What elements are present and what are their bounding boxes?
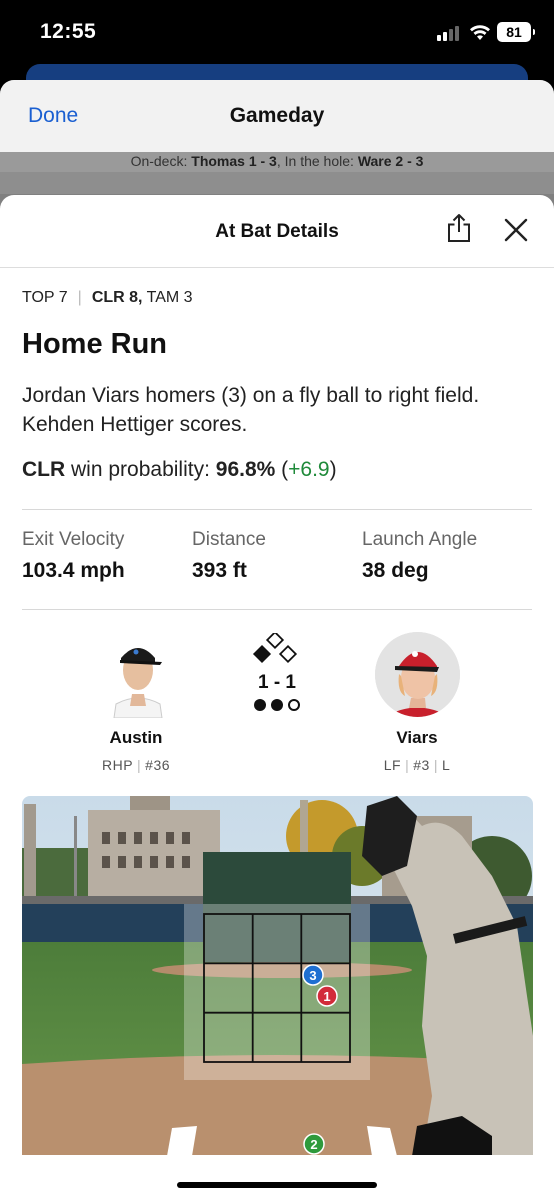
cellular-signal-icon bbox=[437, 25, 463, 41]
stat-label: Launch Angle bbox=[362, 529, 478, 550]
wp-team: CLR bbox=[22, 458, 66, 481]
stat-value: 103.4 mph bbox=[22, 559, 125, 582]
ball-strike-count: 1 - 1 bbox=[257, 672, 297, 693]
batter-bats: L bbox=[441, 757, 451, 773]
pitch-marker[interactable]: 2 bbox=[303, 1133, 325, 1155]
status-time: 12:55 bbox=[40, 20, 97, 43]
on-deck-value: Thomas 1 - 3 bbox=[191, 153, 277, 169]
in-hole-value: Ware 2 - 3 bbox=[357, 153, 424, 169]
status-bar: 12:55 81 bbox=[0, 0, 554, 64]
pitch-marker[interactable]: 3 bbox=[302, 964, 324, 986]
card-header: At Bat Details bbox=[0, 195, 554, 268]
on-deck-bar: On-deck: Thomas 1 - 3, In the hole: Ware… bbox=[0, 152, 554, 194]
pitcher-meta: RHP | #36 bbox=[101, 757, 171, 773]
strike-zone-view[interactable]: 3 1 2 bbox=[22, 796, 533, 1156]
stat-value: 393 ft bbox=[192, 559, 247, 582]
leading-team-score: CLR 8, bbox=[91, 289, 143, 306]
share-icon[interactable] bbox=[446, 213, 472, 243]
batter-number: #3 bbox=[413, 757, 430, 773]
batter-name[interactable]: Viars bbox=[357, 728, 477, 748]
stat-exit-velocity: Exit Velocity 103.4 mph bbox=[22, 529, 125, 583]
wp-change: +6.9 bbox=[288, 458, 330, 481]
stat-label: Distance bbox=[192, 529, 266, 550]
outs-indicator bbox=[254, 699, 300, 711]
pitcher-number: #36 bbox=[145, 757, 171, 773]
stat-distance: Distance 393 ft bbox=[192, 529, 266, 583]
batter-meta: LF | #3 | L bbox=[383, 757, 451, 773]
inning-label: TOP 7 bbox=[22, 289, 68, 306]
play-description: Jordan Viars homers (3) on a fly ball to… bbox=[22, 384, 480, 436]
batter-avatar[interactable] bbox=[375, 632, 460, 717]
gameday-title: Gameday bbox=[229, 104, 325, 127]
wp-label: win probability: bbox=[71, 458, 210, 481]
wp-value: 96.8% bbox=[215, 458, 276, 481]
pitch-number: 1 bbox=[323, 989, 330, 1004]
field-scene bbox=[22, 796, 533, 1156]
battery-indicator: 81 bbox=[497, 22, 535, 42]
pitcher-name[interactable]: Austin bbox=[76, 728, 196, 748]
base-runners-diamond bbox=[252, 633, 298, 664]
trailing-team-score: TAM 3 bbox=[146, 289, 193, 306]
stat-label: Exit Velocity bbox=[22, 529, 125, 550]
pitcher-avatar[interactable] bbox=[106, 632, 170, 718]
divider bbox=[22, 509, 532, 510]
close-icon[interactable] bbox=[503, 217, 529, 243]
batter-position: LF bbox=[383, 757, 402, 773]
home-indicator[interactable] bbox=[177, 1182, 377, 1188]
in-hole-label: In the hole: bbox=[284, 153, 354, 169]
pitcher-hand: RHP bbox=[101, 757, 134, 773]
pitch-number: 2 bbox=[310, 1137, 317, 1152]
stat-launch-angle: Launch Angle 38 deg bbox=[362, 529, 477, 583]
gameday-header: Done Gameday bbox=[0, 80, 554, 152]
pitch-marker[interactable]: 1 bbox=[316, 985, 338, 1007]
play-result-title: Home Run bbox=[22, 328, 167, 360]
pitch-number: 3 bbox=[309, 968, 316, 983]
inning-score-line: TOP 7 | CLR 8, TAM 3 bbox=[22, 289, 193, 306]
win-probability: CLR win probability: 96.8% (+6.9) bbox=[22, 458, 337, 482]
wp-paren-close: ) bbox=[329, 458, 337, 481]
wifi-icon bbox=[470, 25, 490, 40]
bottom-safe-area bbox=[0, 1155, 554, 1200]
divider bbox=[22, 609, 532, 610]
stat-value: 38 deg bbox=[362, 559, 429, 582]
on-deck-label: On-deck: bbox=[130, 153, 188, 169]
